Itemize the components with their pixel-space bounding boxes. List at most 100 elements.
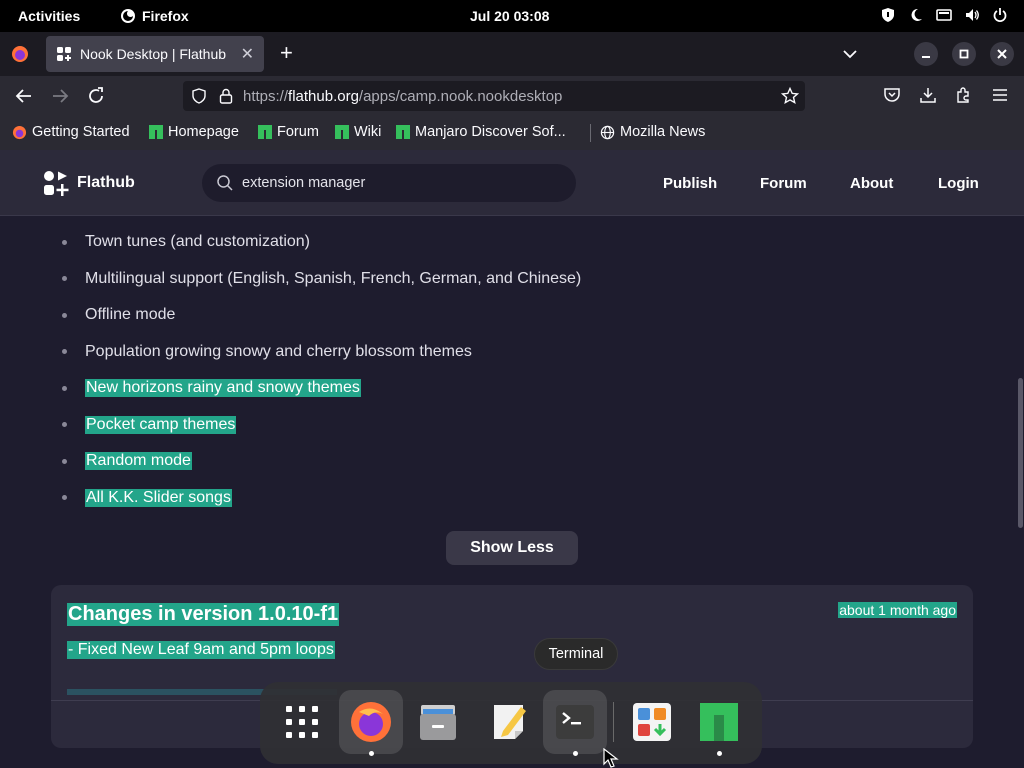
bookmark-mozilla-news[interactable]: Mozilla News xyxy=(600,124,705,140)
url-path: /apps/camp.nook.nookdesktop xyxy=(358,88,563,105)
nav-forum[interactable]: Forum xyxy=(760,175,807,192)
bookmark-label: Homepage xyxy=(168,124,239,140)
list-item: Pocket camp themes xyxy=(60,407,581,444)
flathub-logo-icon xyxy=(44,171,69,196)
dock-firefox[interactable] xyxy=(339,690,403,756)
maximize-button[interactable] xyxy=(952,42,976,66)
screen-icon xyxy=(936,9,952,21)
manjaro-icon xyxy=(700,703,738,741)
chevron-down-icon[interactable] xyxy=(842,47,858,61)
tab-active[interactable]: Nook Desktop | Flathub ✕ xyxy=(46,36,264,72)
feature-text-selected: New horizons rainy and snowy themes xyxy=(85,379,361,398)
navigation-bar: https://flathub.org/apps/camp.nook.nookd… xyxy=(0,76,1024,116)
dock xyxy=(260,682,762,764)
dock-manjaro[interactable] xyxy=(687,690,751,756)
reload-icon[interactable] xyxy=(86,86,106,106)
hamburger-menu-icon[interactable] xyxy=(991,86,1009,104)
lock-icon[interactable] xyxy=(219,88,233,104)
system-tray[interactable] xyxy=(880,7,1008,23)
page-scrollbar[interactable] xyxy=(1018,378,1023,528)
forward-icon[interactable] xyxy=(50,86,70,106)
bookmark-forum[interactable]: Forum xyxy=(258,124,319,140)
downloads-icon[interactable] xyxy=(919,86,937,104)
minimize-button[interactable] xyxy=(914,42,938,66)
url-prefix: https:// xyxy=(243,88,289,105)
bookmark-homepage[interactable]: Homepage xyxy=(149,124,239,140)
release-date: about 1 month ago xyxy=(838,602,957,618)
bookmark-label: Mozilla News xyxy=(620,124,706,140)
tracking-protection-icon[interactable] xyxy=(191,88,207,104)
close-icon xyxy=(997,49,1007,59)
list-item: Town tunes (and customization) xyxy=(60,224,581,261)
dock-software[interactable] xyxy=(620,690,684,754)
bullet xyxy=(62,312,67,318)
clock[interactable]: Jul 20 03:08 xyxy=(470,8,549,24)
app-name: Firefox xyxy=(142,8,189,24)
bullet xyxy=(62,385,67,391)
manjaro-icon xyxy=(396,125,410,139)
list-item: Random mode xyxy=(60,443,581,480)
dock-text-editor[interactable] xyxy=(478,690,542,754)
search-input[interactable] xyxy=(242,175,542,191)
flathub-logo[interactable]: Flathub xyxy=(43,170,135,196)
dock-files[interactable] xyxy=(406,690,470,754)
dock-terminal[interactable] xyxy=(543,690,607,756)
mouse-cursor-icon xyxy=(603,748,619,768)
firefox-icon xyxy=(351,702,391,742)
url-text: https://flathub.org/apps/camp.nook.nookd… xyxy=(243,88,562,105)
manjaro-icon xyxy=(149,125,163,139)
bookmark-manjaro-discover[interactable]: Manjaro Discover Sof... xyxy=(396,124,566,140)
bookmark-wiki[interactable]: Wiki xyxy=(335,124,381,140)
nav-login[interactable]: Login xyxy=(938,175,979,192)
list-item: New horizons rainy and snowy themes xyxy=(60,370,581,407)
release-note: - Fixed New Leaf 9am and 5pm loops xyxy=(67,641,335,659)
bookmark-star-icon[interactable] xyxy=(781,87,799,105)
bookmark-separator xyxy=(590,124,591,142)
list-item: Multilingual support (English, Spanish, … xyxy=(60,261,581,298)
running-indicator xyxy=(717,751,722,756)
nav-about[interactable]: About xyxy=(850,175,893,192)
search-box[interactable] xyxy=(202,164,576,202)
back-icon[interactable] xyxy=(14,86,34,106)
bullet xyxy=(62,239,67,245)
url-bar[interactable]: https://flathub.org/apps/camp.nook.nookd… xyxy=(183,81,805,111)
feature-text: Population growing snowy and cherry blos… xyxy=(85,342,472,360)
tab-title: Nook Desktop | Flathub xyxy=(80,46,227,62)
volume-icon xyxy=(966,9,979,21)
flathub-logo-text: Flathub xyxy=(77,174,135,191)
dock-app-grid[interactable] xyxy=(270,690,334,754)
globe-icon xyxy=(600,125,615,139)
tab-strip: Nook Desktop | Flathub ✕ + xyxy=(0,32,1024,76)
firefox-view-icon[interactable] xyxy=(10,44,30,64)
bookmark-getting-started[interactable]: Getting Started xyxy=(12,124,130,140)
gnome-top-bar: Activities Firefox Jul 20 03:08 xyxy=(0,0,1024,32)
feature-list: Town tunes (and customization) Multiling… xyxy=(60,224,581,516)
files-icon xyxy=(420,705,456,740)
manjaro-icon xyxy=(335,125,349,139)
new-tab-button[interactable]: + xyxy=(280,42,293,64)
feature-text-selected: Pocket camp themes xyxy=(85,415,237,434)
minimize-icon xyxy=(922,56,930,58)
bookmark-label: Getting Started xyxy=(32,124,130,140)
tab-close-icon[interactable]: ✕ xyxy=(241,44,254,64)
power-icon xyxy=(993,8,1007,22)
flathub-tab-icon xyxy=(57,47,71,61)
feature-text: Town tunes (and customization) xyxy=(85,233,310,251)
feature-text-selected: Random mode xyxy=(85,452,192,471)
dock-separator xyxy=(613,702,614,742)
running-indicator xyxy=(369,751,374,756)
feature-text-selected: All K.K. Slider songs xyxy=(85,488,232,507)
nav-publish[interactable]: Publish xyxy=(663,175,717,192)
pocket-icon[interactable] xyxy=(883,86,901,104)
show-less-button[interactable]: Show Less xyxy=(446,531,578,565)
list-item: Offline mode xyxy=(60,297,581,334)
firefox-icon xyxy=(12,125,27,139)
close-window-button[interactable] xyxy=(990,42,1014,66)
list-item: Population growing snowy and cherry blos… xyxy=(60,334,581,371)
firefox-icon xyxy=(121,9,135,23)
extensions-icon[interactable] xyxy=(955,86,973,104)
activities-button[interactable]: Activities xyxy=(18,8,80,24)
feature-text: Offline mode xyxy=(85,306,176,324)
running-indicator xyxy=(573,751,578,756)
app-menu[interactable]: Firefox xyxy=(120,8,189,24)
